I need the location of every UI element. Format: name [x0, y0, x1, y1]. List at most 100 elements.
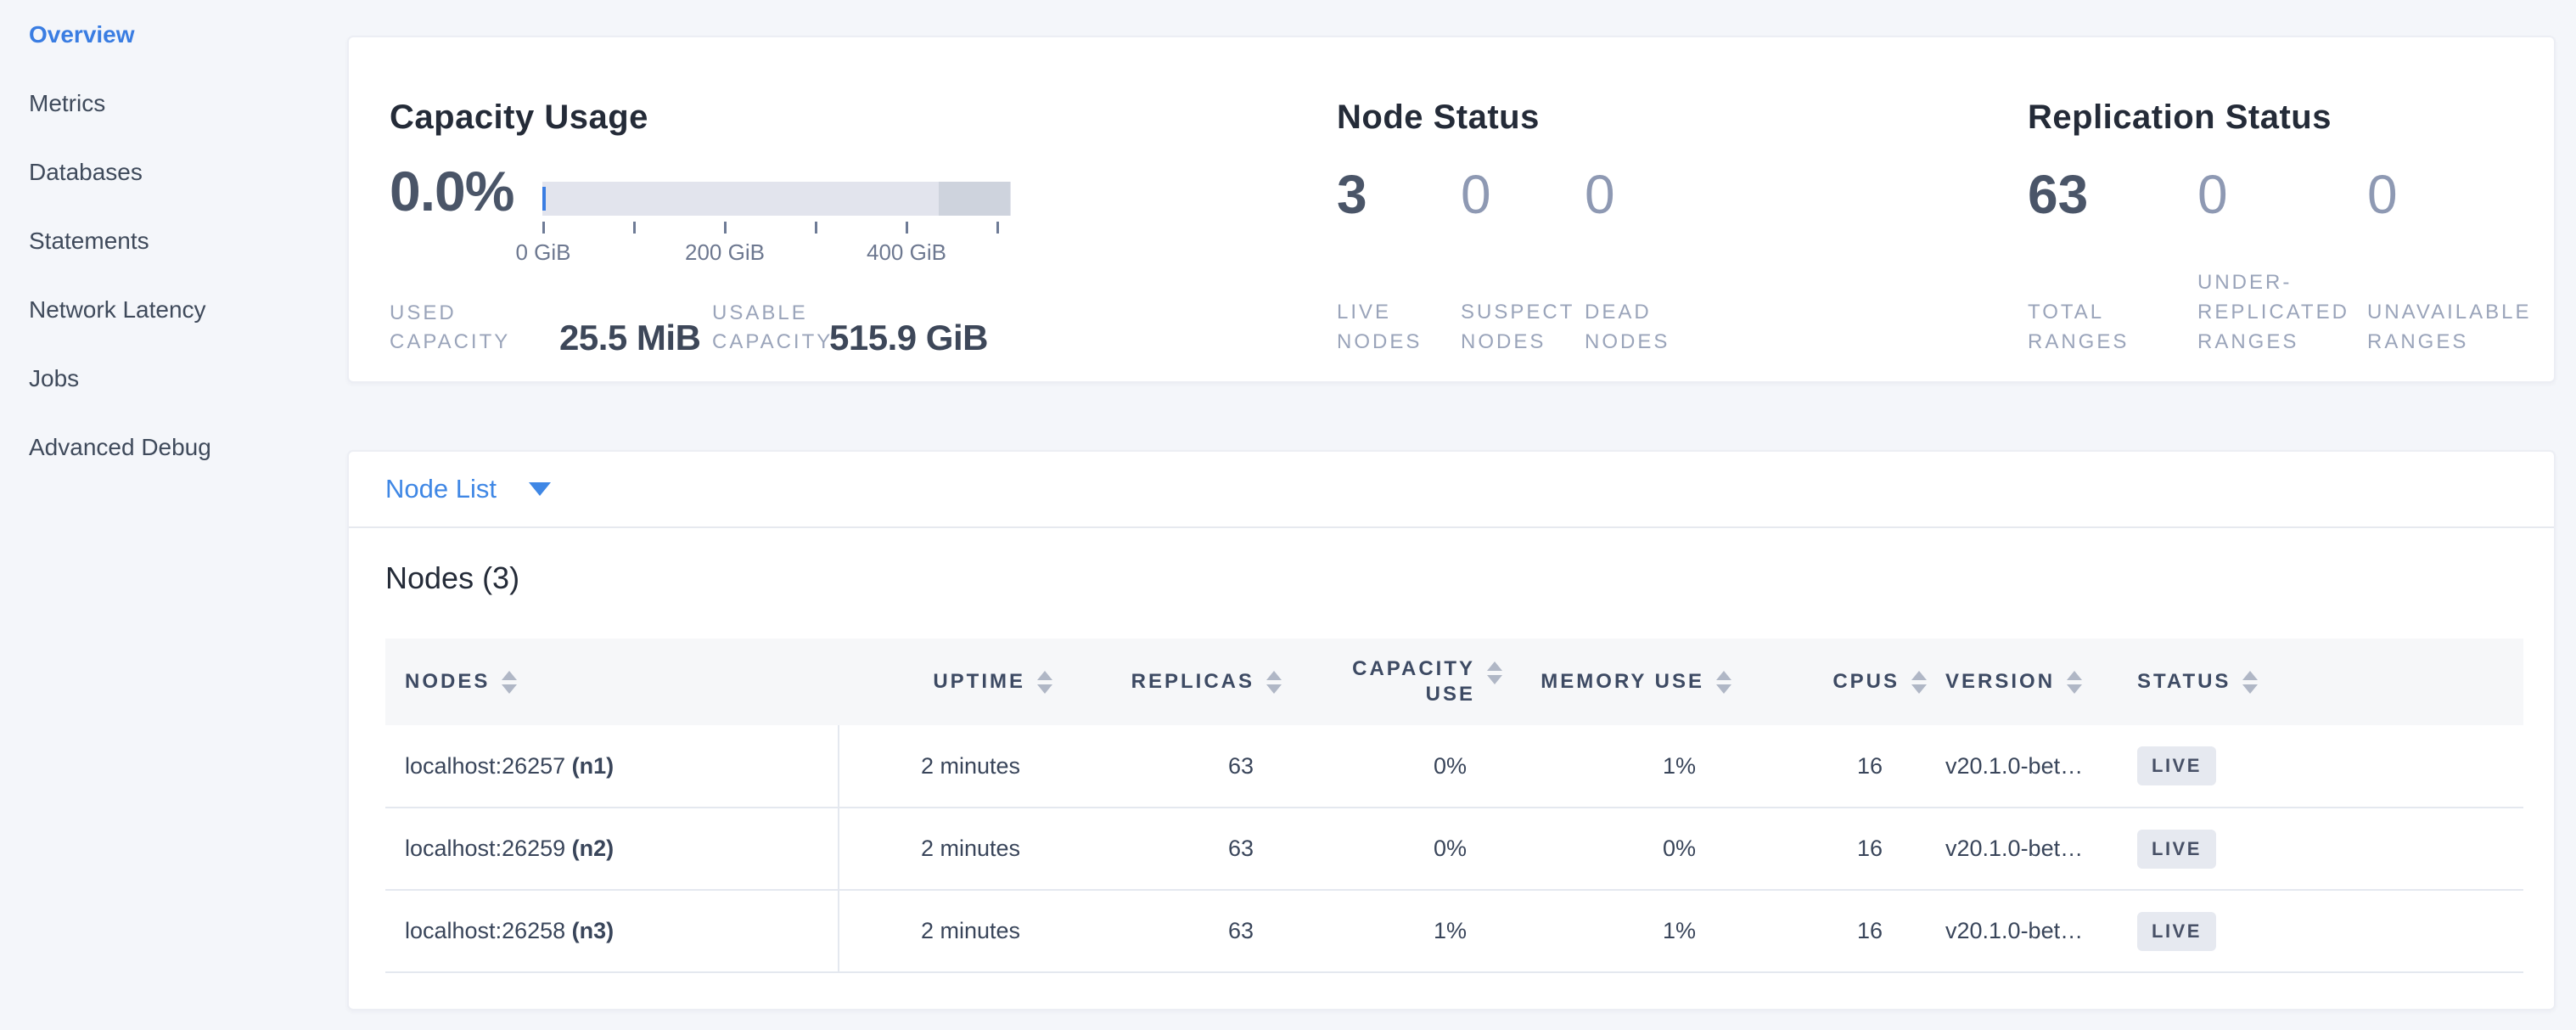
view-selector-dropdown[interactable]: Node List: [349, 452, 2554, 528]
sort-icon: [1911, 671, 1927, 694]
dead-nodes-label: DEAD NODES: [1585, 297, 1709, 357]
sort-icon: [1037, 671, 1052, 694]
uptime-cell: 2 minutes: [839, 725, 1059, 808]
used-capacity-value: 25.5 MiB: [559, 318, 700, 358]
replication-status-title: Replication Status: [2028, 98, 2332, 137]
gauge-tick: [906, 222, 908, 234]
gauge-tick-label: 200 GiB: [657, 239, 793, 266]
node-status-title: Node Status: [1337, 98, 1540, 137]
unavailable-ranges-label: UNAVAILABLE RANGES: [2367, 297, 2537, 357]
total-ranges-label: TOTAL RANGES: [2028, 297, 2197, 357]
suspect-nodes-value: 0: [1461, 165, 1585, 224]
memory-use-cell: 1%: [1509, 890, 1738, 972]
view-selector-label: Node List: [385, 474, 497, 504]
sidebar-item-statements[interactable]: Statements: [0, 206, 347, 275]
capacity-use-cell: 0%: [1288, 808, 1509, 890]
uptime-cell: 2 minutes: [839, 890, 1059, 972]
cpus-cell: 16: [1738, 808, 1933, 890]
suspect-nodes-label: SUSPECT NODES: [1461, 297, 1585, 357]
status-cell: LIVE: [2120, 808, 2523, 890]
sidebar-item-advanced-debug[interactable]: Advanced Debug: [0, 413, 347, 481]
caret-down-icon: [529, 482, 551, 496]
node-address: localhost:26257: [405, 753, 565, 779]
node-row-n3[interactable]: localhost:26258 (n3) 2 minutes 63 1% 1% …: [385, 890, 2523, 972]
live-nodes-label: LIVE NODES: [1337, 297, 1461, 357]
sidebar-item-overview[interactable]: Overview: [0, 0, 347, 69]
cpus-cell: 16: [1738, 725, 1933, 808]
cpus-cell: 16: [1738, 890, 1933, 972]
gauge-tick: [724, 222, 727, 234]
version-cell: v20.1.0-bet…: [1933, 725, 2120, 808]
column-header-version[interactable]: VERSION: [1933, 639, 2120, 725]
node-id: (n2): [572, 836, 615, 861]
sort-icon: [1716, 671, 1731, 694]
replicas-cell: 63: [1059, 808, 1288, 890]
node-address: localhost:26258: [405, 918, 565, 943]
column-label: UPTIME: [933, 670, 1025, 694]
column-label: VERSION: [1945, 670, 2055, 694]
sidebar-item-metrics[interactable]: Metrics: [0, 69, 347, 138]
capacity-percent-value: 0.0%: [390, 163, 514, 219]
status-badge: LIVE: [2137, 830, 2216, 869]
node-address: localhost:26259: [405, 836, 565, 861]
memory-use-cell: 1%: [1509, 725, 1738, 808]
column-header-status[interactable]: STATUS: [2120, 639, 2523, 725]
node-status-values: 3 0 0: [1337, 165, 1709, 224]
column-label: REPLICAS: [1131, 670, 1254, 694]
under-replicated-ranges-label: UNDER-REPLICATED RANGES: [2197, 267, 2367, 357]
gauge-tick-label: 400 GiB: [839, 239, 974, 266]
status-cell: LIVE: [2120, 890, 2523, 972]
version-cell: v20.1.0-bet…: [1933, 808, 2120, 890]
capacity-use-cell: 0%: [1288, 725, 1509, 808]
status-badge: LIVE: [2137, 912, 2216, 951]
sort-icon: [502, 671, 517, 694]
usable-capacity-value: 515.9 GiB: [829, 318, 988, 358]
dead-nodes-value: 0: [1585, 165, 1709, 224]
node-id: (n3): [572, 918, 615, 943]
version-cell: v20.1.0-bet…: [1933, 890, 2120, 972]
memory-use-cell: 0%: [1509, 808, 1738, 890]
column-label: CPUS: [1832, 670, 1900, 694]
column-header-memory-use[interactable]: MEMORY USE: [1509, 639, 1738, 725]
column-label: MEMORY USE: [1541, 670, 1704, 694]
replicas-cell: 63: [1059, 890, 1288, 972]
status-badge: LIVE: [2137, 746, 2216, 785]
node-row-n2[interactable]: localhost:26259 (n2) 2 minutes 63 0% 0% …: [385, 808, 2523, 890]
nodes-table-header-row: NODES UPTIME REPLICAS CAPACITY USE MEMOR…: [385, 639, 2523, 725]
capacity-usage-title: Capacity Usage: [390, 98, 648, 137]
used-capacity-label: USED CAPACITY: [390, 299, 538, 357]
node-row-n1[interactable]: localhost:26257 (n1) 2 minutes 63 0% 1% …: [385, 725, 2523, 808]
live-nodes-value: 3: [1337, 165, 1461, 224]
sidebar-item-databases[interactable]: Databases: [0, 138, 347, 206]
cluster-summary-card: Capacity Usage 0.0% 0 GiB200 GiB400 GiB …: [347, 36, 2556, 383]
capacity-gauge: 0 GiB200 GiB400 GiB: [542, 182, 1012, 216]
column-header-nodes[interactable]: NODES: [385, 639, 839, 725]
node-address-cell: localhost:26258 (n3): [385, 890, 839, 972]
sidebar: Overview Metrics Databases Statements Ne…: [0, 0, 347, 1030]
unavailable-ranges-value: 0: [2367, 165, 2537, 224]
nodes-table-title: Nodes (3): [385, 560, 519, 596]
nodes-table: NODES UPTIME REPLICAS CAPACITY USE MEMOR…: [385, 639, 2523, 973]
column-header-replicas[interactable]: REPLICAS: [1059, 639, 1288, 725]
replication-status-labels: TOTAL RANGES UNDER-REPLICATED RANGES UNA…: [2028, 268, 2537, 357]
column-header-uptime[interactable]: UPTIME: [839, 639, 1059, 725]
column-label: STATUS: [2137, 670, 2231, 694]
total-ranges-value: 63: [2028, 165, 2197, 224]
sidebar-item-jobs[interactable]: Jobs: [0, 344, 347, 413]
capacity-gauge-dark-segment: [939, 182, 1010, 216]
status-cell: LIVE: [2120, 725, 2523, 808]
gauge-tick-label: 0 GiB: [475, 239, 611, 266]
replication-status-values: 63 0 0: [2028, 165, 2537, 224]
sort-icon: [2067, 671, 2082, 694]
column-header-cpus[interactable]: CPUS: [1738, 639, 1933, 725]
sidebar-item-network-latency[interactable]: Network Latency: [0, 275, 347, 344]
column-header-capacity-use[interactable]: CAPACITY USE: [1288, 639, 1509, 725]
replicas-cell: 63: [1059, 725, 1288, 808]
gauge-tick: [542, 222, 545, 234]
gauge-tick: [996, 222, 999, 234]
uptime-cell: 2 minutes: [839, 808, 1059, 890]
capacity-use-cell: 1%: [1288, 890, 1509, 972]
node-address-cell: localhost:26259 (n2): [385, 808, 839, 890]
sort-icon: [1266, 671, 1282, 694]
column-label: NODES: [405, 670, 490, 694]
